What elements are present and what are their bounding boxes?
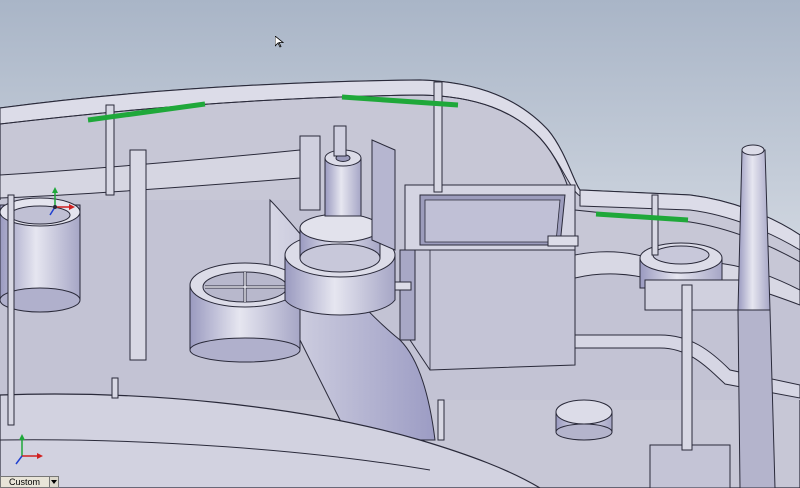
pin — [394, 281, 412, 291]
block-step — [644, 279, 746, 311]
cad-model-view[interactable] — [0, 0, 800, 488]
cross-rib-cylinder — [189, 262, 301, 363]
rib-wall — [299, 135, 321, 211]
chevron-down-icon[interactable] — [49, 476, 59, 488]
triad-icon — [49, 187, 75, 216]
bottom-right-block — [649, 444, 731, 488]
view-orientation-dropdown[interactable]: Custom — [0, 476, 59, 488]
view-orientation-value: Custom — [0, 476, 49, 488]
reference-triad-icon — [15, 434, 43, 465]
mouse-pointer-icon — [275, 36, 284, 48]
rib-wall — [371, 139, 396, 251]
rectangular-housing — [399, 184, 576, 371]
pin — [547, 235, 579, 247]
graphics-viewport[interactable]: Custom — [0, 0, 800, 488]
small-round-boss — [555, 399, 613, 441]
